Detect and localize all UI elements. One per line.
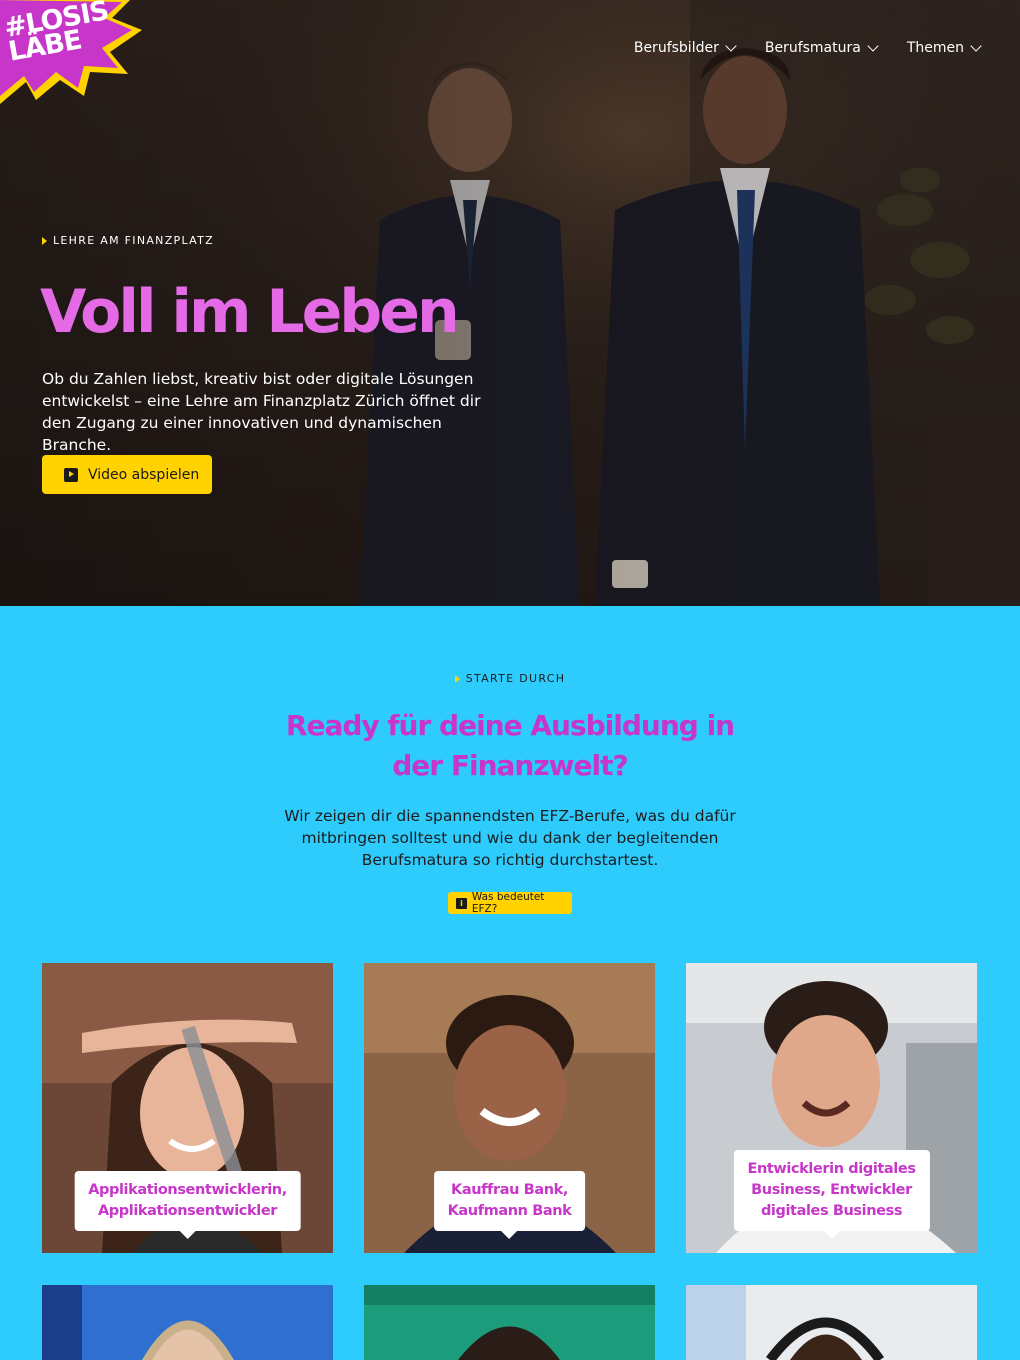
nav-item-label: Berufsmatura (764, 40, 861, 56)
info-icon: i (456, 897, 467, 909)
nav-item-berufsbilder[interactable]: Berufsbilder (633, 40, 737, 56)
efz-info-button[interactable]: i Was bedeutet EFZ? (448, 891, 572, 915)
triangle-bullet-icon (454, 674, 460, 683)
main-navigation: Berufsbilder Berufsmatura Themen (633, 40, 982, 56)
profession-card[interactable] (42, 1285, 333, 1360)
chevron-down-icon (725, 40, 737, 52)
efz-info-label: Was bedeutet EFZ? (471, 891, 545, 915)
play-video-button[interactable]: Video abspielen (42, 455, 212, 494)
triangle-bullet-icon (42, 236, 47, 245)
play-video-label: Video abspielen (88, 466, 200, 483)
nav-item-label: Themen (906, 40, 964, 56)
profession-card-entwickler-digitales-business[interactable]: Entwicklerin digitales Business, Entwick… (686, 963, 977, 1253)
professions-section: STARTE DURCH Ready für deine Ausbildung … (0, 606, 1020, 1360)
portrait-photo (42, 1285, 333, 1360)
profession-card-kaufmann-bank[interactable]: Kauffrau Bank, Kaufmann Bank (364, 963, 655, 1253)
hero-description: Ob du Zahlen liebst, kreativ bist oder d… (42, 370, 481, 454)
profession-card-applikationsentwickler[interactable]: Applikationsentwicklerin, Applikationsen… (42, 963, 333, 1253)
profession-card[interactable] (364, 1285, 655, 1360)
chevron-down-icon (970, 40, 982, 52)
section-eyebrow: STARTE DURCH (0, 672, 1020, 685)
card-title: Entwicklerin digitales Business, Entwick… (733, 1150, 930, 1239)
nav-item-label: Berufsbilder (633, 40, 719, 56)
hero-title: Voll im Leben (40, 277, 460, 347)
portrait-photo (364, 1285, 655, 1360)
card-title: Applikationsentwicklerin, Applikationsen… (74, 1171, 301, 1239)
hero-section: #LOSIS LÄBE Berufsbilder Berufsmatura Th… (0, 0, 1020, 606)
chevron-down-icon (867, 40, 879, 52)
portrait-photo (686, 1285, 977, 1360)
card-title: Kauffrau Bank, Kaufmann Bank (433, 1171, 586, 1239)
hero-eyebrow: LEHRE AM FINANZPLATZ (42, 234, 214, 247)
site-logo[interactable]: #LOSIS LÄBE (0, 0, 150, 108)
play-icon (64, 467, 78, 482)
profession-card[interactable] (686, 1285, 977, 1360)
nav-item-berufsmatura[interactable]: Berufsmatura (764, 40, 879, 56)
section-title: Ready für deine Ausbildung in der Finanz… (285, 709, 735, 782)
section-description: Wir zeigen dir die spannendsten EFZ-Beru… (284, 807, 736, 869)
nav-item-themen[interactable]: Themen (906, 40, 982, 56)
